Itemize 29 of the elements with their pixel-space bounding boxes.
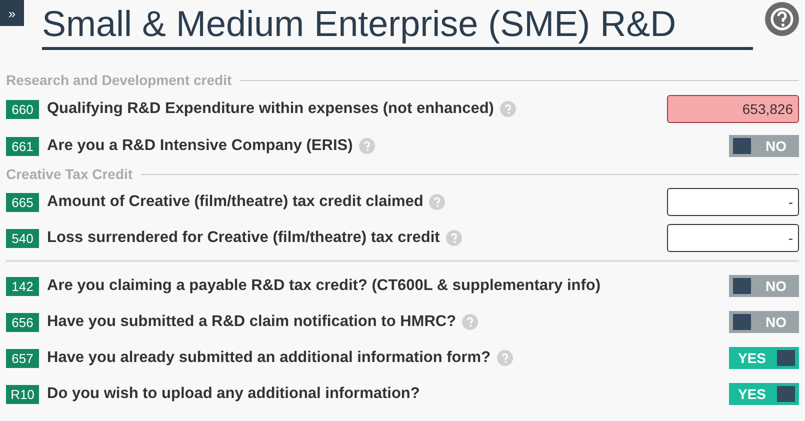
field-code: 540 — [6, 228, 39, 248]
amount-field[interactable]: 653,826 — [667, 95, 799, 123]
field-code: 142 — [6, 276, 39, 296]
field-code: R10 — [6, 384, 39, 404]
field-label: Do you wish to upload any additional information? — [47, 385, 420, 403]
amount-field[interactable]: - — [667, 224, 799, 252]
field-label: Are you claiming a payable R&D tax credit? (CT600L & supplementary info) — [47, 277, 601, 295]
toggle-switch[interactable]: NO — [729, 135, 799, 157]
field-code: 660 — [6, 100, 39, 118]
section-heading: Research and Development credit — [6, 72, 232, 88]
field-label: Qualifying R&D Expenditure within expenses (not enhanced) — [47, 100, 494, 118]
field-code: 656 — [6, 312, 39, 332]
toggle-switch[interactable]: NO — [729, 311, 799, 333]
field-code: 661 — [6, 136, 39, 156]
field-label: Loss surrendered for Creative (film/theatre) tax credit — [47, 229, 440, 247]
expand-button[interactable]: » — [0, 0, 24, 26]
amount-field[interactable]: - — [667, 188, 799, 216]
field-label: Amount of Creative (film/theatre) tax credit claimed — [47, 193, 424, 211]
toggle-switch[interactable]: NO — [729, 275, 799, 297]
field-code: 665 — [6, 192, 39, 212]
page-title: Small & Medium Enterprise (SME) R&D — [42, 3, 676, 44]
field-label: Are you a R&D Intensive Company (ERIS) — [47, 137, 353, 155]
toggle-switch[interactable]: YES — [729, 347, 799, 369]
field-code: 657 — [6, 348, 39, 368]
help-icon[interactable] — [765, 2, 799, 36]
toggle-switch[interactable]: YES — [729, 383, 799, 405]
field-label: Have you submitted a R&D claim notification to HMRC? — [47, 313, 456, 331]
field-label: Have you already submitted an additional information form? — [47, 349, 491, 367]
section-heading: Creative Tax Credit — [6, 166, 133, 182]
